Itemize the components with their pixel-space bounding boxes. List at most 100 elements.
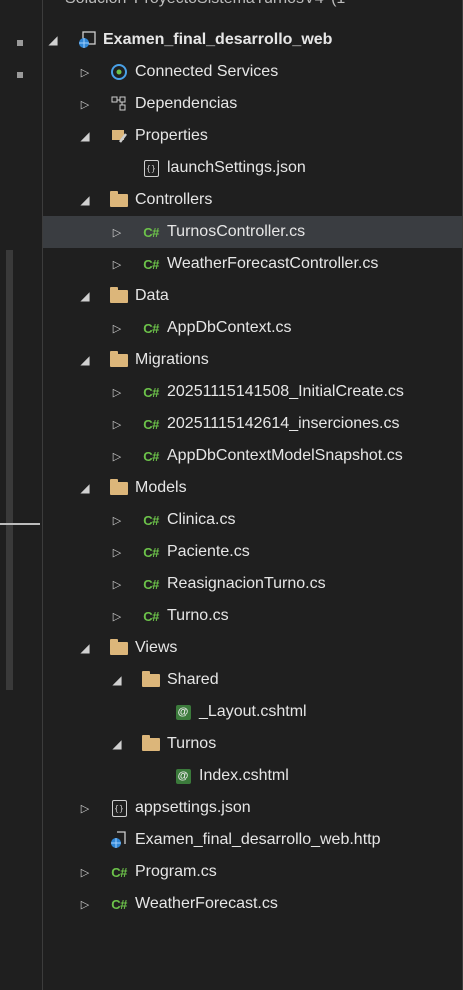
tree-item[interactable]: @ _Layout.cshtml bbox=[43, 696, 463, 728]
expand-arrow-icon[interactable]: ▷ bbox=[109, 224, 125, 240]
folder-icon bbox=[109, 286, 129, 305]
csharp-file-icon: C# bbox=[143, 416, 159, 432]
csharp-file-icon: C# bbox=[143, 512, 159, 528]
folder-icon bbox=[109, 478, 129, 497]
tree-item[interactable]: ▷ C# TurnosController.cs bbox=[43, 216, 463, 248]
expand-arrow-icon[interactable]: ▷ bbox=[77, 896, 93, 912]
tree-item-label: Data bbox=[135, 287, 169, 304]
tree-item[interactable]: ▷ {} appsettings.json bbox=[43, 792, 463, 824]
tree-item-label: Migrations bbox=[135, 351, 209, 368]
tree-item[interactable]: ▷ C# WeatherForecast.cs bbox=[43, 888, 463, 920]
tree-item[interactable]: Examen_final_desarrollo_web.http bbox=[43, 824, 463, 856]
tree-item[interactable]: ◢ Turnos bbox=[43, 728, 463, 760]
tree-item-label: WeatherForecast.cs bbox=[135, 895, 278, 912]
tree-item-label: AppDbContextModelSnapshot.cs bbox=[167, 447, 403, 464]
folder-icon bbox=[141, 734, 161, 753]
tree-item[interactable]: {} launchSettings.json bbox=[43, 152, 463, 184]
expand-arrow-icon[interactable]: ▷ bbox=[77, 864, 93, 880]
solution-header[interactable]: Solución 'ProyectoSistemaTurnosV4' (1 bbox=[43, 0, 463, 12]
folder-icon bbox=[109, 638, 129, 657]
csharp-file-icon: C# bbox=[143, 320, 159, 336]
cshtml-file-icon: @ bbox=[173, 703, 193, 721]
gutter-marker-icon bbox=[17, 72, 23, 78]
tree-item[interactable]: ◢ Properties bbox=[43, 120, 463, 152]
tree-item[interactable]: @ Index.cshtml bbox=[43, 760, 463, 792]
tree-item-label: Turnos bbox=[167, 735, 217, 752]
tree-item[interactable]: ◢ Shared bbox=[43, 664, 463, 696]
tree-item[interactable]: ◢ Views bbox=[43, 632, 463, 664]
left-gutter bbox=[0, 0, 42, 990]
tree-item[interactable]: ▷ C# AppDbContext.cs bbox=[43, 312, 463, 344]
tree-item-label: launchSettings.json bbox=[167, 159, 306, 176]
tree-item[interactable]: ▷ C# 20251115142614_inserciones.cs bbox=[43, 408, 463, 440]
tree-item-label: Shared bbox=[167, 671, 219, 688]
tree-item[interactable]: ▷ C# ReasignacionTurno.cs bbox=[43, 568, 463, 600]
tree-item[interactable]: ▷ C# WeatherForecastController.cs bbox=[43, 248, 463, 280]
tree-item[interactable]: ◢ Examen_final_desarrollo_web bbox=[43, 24, 463, 56]
collapse-arrow-icon[interactable]: ◢ bbox=[109, 736, 125, 752]
expand-arrow-icon[interactable]: ▷ bbox=[109, 320, 125, 336]
expand-arrow-icon[interactable]: ▷ bbox=[109, 576, 125, 592]
tree-item-label: ReasignacionTurno.cs bbox=[167, 575, 326, 592]
properties-wrench-icon bbox=[109, 127, 129, 145]
tree-item-label: 20251115141508_InitialCreate.cs bbox=[167, 383, 404, 400]
tree-item-label: Dependencias bbox=[135, 95, 238, 112]
tree-item[interactable]: ▷ C# Turno.cs bbox=[43, 600, 463, 632]
tree-item[interactable]: ◢ Models bbox=[43, 472, 463, 504]
expand-arrow-icon[interactable]: ▷ bbox=[109, 256, 125, 272]
tree-item-label: Properties bbox=[135, 127, 208, 144]
tree-item[interactable]: ▷ C# AppDbContextModelSnapshot.cs bbox=[43, 440, 463, 472]
cshtml-file-icon: @ bbox=[173, 767, 193, 785]
tree-item-label: Examen_final_desarrollo_web bbox=[103, 31, 333, 48]
tree-item[interactable]: ◢ Data bbox=[43, 280, 463, 312]
http-file-icon bbox=[109, 831, 129, 849]
tree-item-label: appsettings.json bbox=[135, 799, 251, 816]
tree-item[interactable]: ▷ Dependencias bbox=[43, 88, 463, 120]
tree-item-label: Models bbox=[135, 479, 187, 496]
expand-arrow-icon[interactable]: ▷ bbox=[109, 416, 125, 432]
collapse-arrow-icon[interactable]: ◢ bbox=[77, 352, 93, 368]
collapse-arrow-icon[interactable]: ◢ bbox=[77, 128, 93, 144]
json-file-icon: {} bbox=[109, 799, 129, 817]
folder-icon bbox=[109, 350, 129, 369]
tree-item[interactable]: ▷ C# Clinica.cs bbox=[43, 504, 463, 536]
collapse-arrow-icon[interactable]: ◢ bbox=[77, 640, 93, 656]
collapse-arrow-icon[interactable]: ◢ bbox=[77, 192, 93, 208]
collapse-arrow-icon[interactable]: ◢ bbox=[77, 288, 93, 304]
tree-item[interactable]: ▷ C# Paciente.cs bbox=[43, 536, 463, 568]
tree-item-label: TurnosController.cs bbox=[167, 223, 306, 240]
collapse-arrow-icon[interactable]: ◢ bbox=[77, 480, 93, 496]
csharp-file-icon: C# bbox=[143, 224, 159, 240]
solution-explorer-panel: Solución 'ProyectoSistemaTurnosV4' (1 ◢ E… bbox=[42, 0, 463, 990]
expand-arrow-icon[interactable]: ▷ bbox=[109, 544, 125, 560]
tree-item-label: Controllers bbox=[135, 191, 213, 208]
tree-item-label: Connected Services bbox=[135, 63, 279, 80]
tree-item[interactable]: ◢ Migrations bbox=[43, 344, 463, 376]
expand-arrow-icon[interactable]: ▷ bbox=[77, 96, 93, 112]
expand-arrow-icon[interactable]: ▷ bbox=[77, 64, 93, 80]
expand-arrow-icon[interactable]: ▷ bbox=[109, 512, 125, 528]
csharp-file-icon: C# bbox=[143, 608, 159, 624]
tree-item[interactable]: ▷ C# Program.cs bbox=[43, 856, 463, 888]
tree-item[interactable]: ◢ Controllers bbox=[43, 184, 463, 216]
connected-services-icon bbox=[109, 63, 129, 81]
expand-arrow-icon[interactable]: ▷ bbox=[77, 800, 93, 816]
scrollbar[interactable] bbox=[6, 250, 13, 690]
tree-item[interactable]: ▷ C# 20251115141508_InitialCreate.cs bbox=[43, 376, 463, 408]
tree-item-label: AppDbContext.cs bbox=[167, 319, 292, 336]
collapse-arrow-icon[interactable]: ◢ bbox=[109, 672, 125, 688]
collapse-arrow-icon[interactable]: ◢ bbox=[45, 32, 61, 48]
expand-arrow-icon[interactable]: ▷ bbox=[109, 448, 125, 464]
csharp-file-icon: C# bbox=[143, 544, 159, 560]
expand-arrow-icon[interactable]: ▷ bbox=[109, 608, 125, 624]
tree-item[interactable]: ▷ Connected Services bbox=[43, 56, 463, 88]
folder-icon bbox=[109, 190, 129, 209]
tree-item-label: _Layout.cshtml bbox=[199, 703, 307, 720]
expand-arrow-icon[interactable]: ▷ bbox=[109, 384, 125, 400]
tree-item-label: Views bbox=[135, 639, 178, 656]
csharp-file-icon: C# bbox=[143, 256, 159, 272]
